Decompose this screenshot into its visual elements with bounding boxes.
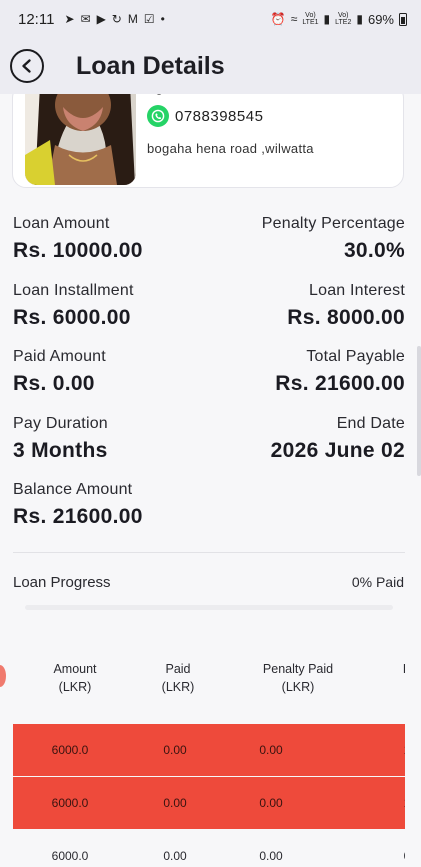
- table-cell-penalty-paid: 0.00: [259, 796, 283, 810]
- whatsapp-row[interactable]: 0788398545: [147, 105, 263, 127]
- battery-icon: [399, 12, 407, 26]
- total-payable-label: Total Payable: [306, 348, 405, 365]
- alarm-icon: ⏰: [270, 12, 286, 26]
- signal-1-icon: ▮: [323, 12, 331, 26]
- loan-interest-value: Rs. 8000.00: [287, 305, 405, 329]
- table-cell-paid: 0.00: [163, 796, 187, 810]
- phone-number: 0788398545: [169, 94, 257, 96]
- table-row[interactable]: 6000.0 0.00 0.00 1: [13, 724, 405, 776]
- scrollbar[interactable]: [417, 346, 421, 476]
- loan-progress-label: Loan Progress: [13, 574, 111, 591]
- balance-amount-value: Rs. 21600.00: [13, 505, 143, 528]
- details-row: Balance Amount Rs. 21600.00: [13, 481, 405, 548]
- chevron-left-icon: [22, 59, 31, 73]
- total-payable-cell: Total Payable Rs. 21600.00: [275, 348, 405, 396]
- signal-2-icon: ▮: [356, 12, 363, 26]
- wifi-icon: ≈: [290, 12, 298, 26]
- network-1-label: Vo) LTE1: [302, 12, 319, 26]
- loan-progress-percent: 0% Paid: [351, 574, 404, 590]
- details-row: Loan Installment Rs. 6000.00 Loan Intere…: [13, 282, 405, 349]
- table-cell-partial: 1: [397, 724, 405, 776]
- table-cell-penalty-paid: 0.00: [259, 849, 283, 863]
- telegram-icon: ➤: [64, 12, 75, 26]
- customer-photo: [25, 94, 136, 185]
- table-row[interactable]: 6000.0 0.00 0.00 1: [13, 777, 405, 829]
- app-header: Loan Details: [0, 38, 421, 94]
- loan-amount-label: Loan Amount: [13, 215, 110, 232]
- pay-duration-label: Pay Duration: [13, 414, 108, 432]
- sync-icon: ↻: [111, 12, 122, 26]
- network-2-label: Vo) LTE2: [335, 12, 352, 26]
- page-title: Loan Details: [76, 51, 225, 80]
- table-cell-partial: 1: [397, 777, 405, 829]
- video-icon: ▶: [96, 12, 106, 26]
- content-area[interactable]: 0788398545 0788398545 bogaha hena road ,…: [0, 94, 421, 867]
- loan-installment-label: Loan Installment: [13, 281, 134, 299]
- table-cell-paid: 0.00: [163, 743, 187, 757]
- column-header-paid: Paid (LKR): [161, 662, 195, 694]
- details-row: Pay Duration 3 Months End Date 2026 June…: [13, 415, 405, 482]
- details-row: Paid Amount Rs. 0.00 Total Payable Rs. 2…: [13, 348, 405, 415]
- table-header: Amount (LKR) Paid (LKR) Penalty Paid (LKR) …: [13, 656, 405, 704]
- pay-duration-value: 3 Months: [13, 438, 108, 462]
- loan-details-grid: Loan Amount Rs. 10000.00 Penalty Percent…: [13, 215, 405, 548]
- back-button[interactable]: [10, 49, 44, 83]
- more-notifications-icon: •: [160, 12, 165, 26]
- paid-amount-value: Rs. 0.00: [13, 372, 95, 395]
- details-row: Loan Amount Rs. 10000.00 Penalty Percent…: [13, 215, 405, 282]
- message-icon: ✉: [80, 12, 91, 26]
- table-cell-amount: 6000.0: [51, 796, 89, 810]
- balance-amount-cell: Balance Amount Rs. 21600.00: [13, 481, 143, 529]
- customer-card: 0788398545 0788398545 bogaha hena road ,…: [12, 94, 404, 188]
- table-cell-penalty-paid: 0.00: [259, 743, 283, 757]
- table-cell-paid: 0.00: [163, 849, 187, 863]
- loan-installment-value: Rs. 6000.00: [13, 305, 131, 329]
- battery-percent: 69%: [367, 11, 394, 27]
- customer-address: bogaha hena road ,wilwatta: [147, 141, 314, 156]
- paid-amount-label: Paid Amount: [13, 348, 106, 365]
- floating-indicator[interactable]: [0, 665, 6, 687]
- phone-icon: [158, 94, 161, 95]
- penalty-percentage-cell: Penalty Percentage 30.0%: [262, 215, 405, 263]
- loan-interest-label: Loan Interest: [309, 281, 405, 299]
- loan-progress-bar: [25, 605, 393, 610]
- gmail-icon: M: [127, 12, 138, 26]
- column-header-penalty-paid: Penalty Paid (LKR): [262, 662, 334, 694]
- end-date-cell: End Date 2026 June 02: [271, 415, 405, 463]
- loan-installment-cell: Loan Installment Rs. 6000.00: [13, 282, 134, 330]
- table-cell-amount: 6000.0: [51, 849, 89, 863]
- end-date-value: 2026 June 02: [270, 438, 405, 462]
- table-cell-amount: 6000.0: [51, 743, 89, 757]
- loan-amount-value: Rs. 10000.00: [13, 239, 143, 262]
- installments-table[interactable]: Amount (LKR) Paid (LKR) Penalty Paid (LKR) …: [13, 656, 405, 867]
- paid-amount-cell: Paid Amount Rs. 0.00: [13, 348, 106, 396]
- column-header-amount: Amount (LKR): [53, 662, 97, 694]
- penalty-percentage-value: 30.0%: [343, 239, 405, 262]
- table-cell-partial: 0: [397, 830, 405, 867]
- status-bar: 12:11 ➤ ✉ ▶ ↻ M ☑ • ⏰ ≈ Vo) LTE1 ▮ Vo) LTE…: [0, 0, 421, 38]
- balance-amount-label: Balance Amount: [13, 481, 133, 498]
- total-payable-value: Rs. 21600.00: [275, 372, 405, 395]
- table-row[interactable]: 6000.0 0.00 0.00 0: [13, 830, 405, 867]
- whatsapp-number: 0788398545: [175, 107, 264, 125]
- column-header-partial: P(: [397, 660, 405, 696]
- check-icon: ☑: [143, 12, 155, 26]
- status-time: 12:11: [18, 10, 55, 28]
- whatsapp-icon: [147, 105, 169, 127]
- divider: [13, 552, 405, 553]
- loan-amount-cell: Loan Amount Rs. 10000.00: [13, 215, 143, 263]
- end-date-label: End Date: [336, 414, 405, 432]
- pay-duration-cell: Pay Duration 3 Months: [13, 415, 108, 463]
- loan-interest-cell: Loan Interest Rs. 8000.00: [287, 282, 405, 330]
- phone-row[interactable]: 0788398545: [147, 94, 257, 96]
- penalty-percentage-label: Penalty Percentage: [261, 215, 405, 232]
